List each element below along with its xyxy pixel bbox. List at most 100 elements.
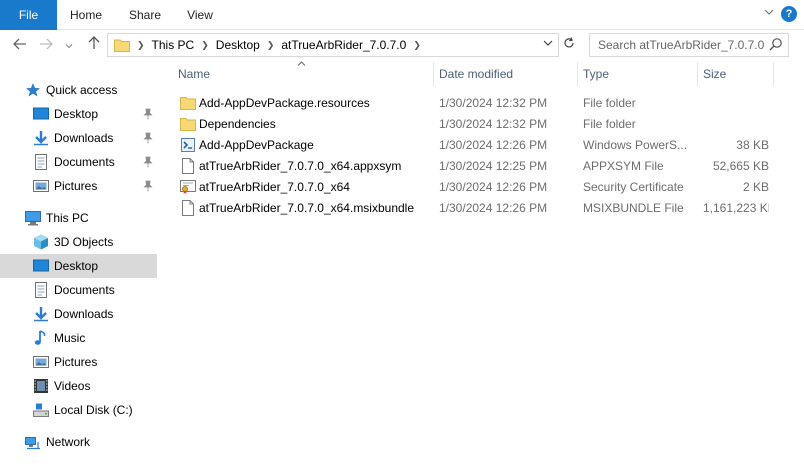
blank-file-icon bbox=[182, 200, 194, 216]
breadcrumb-separator[interactable]: ❯ bbox=[134, 34, 148, 56]
file-row[interactable]: atTrueArbRider_7.0.7.0_x64.msixbundle 1/… bbox=[160, 198, 804, 219]
breadcrumb-this-pc[interactable]: This PC bbox=[148, 34, 199, 56]
refresh-button[interactable] bbox=[560, 33, 578, 57]
chevron-down-icon bbox=[543, 40, 553, 46]
file-size bbox=[703, 93, 769, 114]
sidebar-item-label: Desktop bbox=[54, 259, 99, 273]
file-row[interactable]: Add-AppDevPackage 1/30/2024 12:26 PM Win… bbox=[160, 135, 804, 156]
folder-icon bbox=[180, 118, 196, 131]
navigation-bar: ❯ This PC ❯ Desktop ❯ atTrueArbRider_7.0… bbox=[0, 30, 804, 60]
file-date: 1/30/2024 12:26 PM bbox=[439, 201, 548, 215]
file-row[interactable]: Dependencies 1/30/2024 12:32 PM File fol… bbox=[160, 114, 804, 135]
file-name: Add-AppDevPackage.resources bbox=[199, 96, 370, 110]
breadcrumb-separator[interactable]: ❯ bbox=[410, 34, 424, 56]
column-header-date-modified[interactable]: Date modified bbox=[433, 60, 577, 88]
file-size: 2 KB bbox=[742, 180, 769, 194]
file-type: Windows PowerS... bbox=[583, 138, 688, 152]
arrow-left-icon bbox=[13, 38, 26, 50]
file-name: atTrueArbRider_7.0.7.0_x64.msixbundle bbox=[199, 201, 415, 215]
file-type: File folder bbox=[583, 117, 636, 131]
sidebar-item-label: Local Disk (C:) bbox=[54, 403, 133, 417]
sidebar-item-this-pc[interactable]: This PC bbox=[0, 206, 157, 230]
search-icon bbox=[769, 38, 782, 51]
sidebar-item-local-disk[interactable]: Local Disk (C:) bbox=[0, 398, 157, 422]
back-button[interactable] bbox=[10, 34, 30, 56]
file-name: atTrueArbRider_7.0.7.0_x64.appxsym bbox=[199, 159, 402, 173]
powershell-script-icon bbox=[181, 138, 195, 152]
sidebar-item-quick-desktop[interactable]: Desktop bbox=[0, 102, 157, 126]
file-row[interactable]: atTrueArbRider_7.0.7.0_x64.appxsym 1/30/… bbox=[160, 156, 804, 177]
file-type: File folder bbox=[583, 96, 636, 110]
pin-icon bbox=[143, 132, 153, 144]
file-type: MSIXBUNDLE File bbox=[583, 201, 684, 215]
help-button[interactable]: ? bbox=[781, 6, 797, 22]
sidebar-item-label: Network bbox=[46, 435, 91, 449]
sidebar-item-3d-objects[interactable]: 3D Objects bbox=[0, 230, 157, 254]
sidebar-item-music[interactable]: Music bbox=[0, 326, 157, 350]
recent-locations-button[interactable] bbox=[62, 34, 76, 56]
sidebar-item-pictures[interactable]: Pictures bbox=[0, 350, 157, 374]
breadcrumb-desktop[interactable]: Desktop bbox=[212, 34, 264, 56]
sidebar-item-quick-downloads[interactable]: Downloads bbox=[0, 126, 157, 150]
file-date: 1/30/2024 12:32 PM bbox=[439, 96, 548, 110]
tab-view[interactable]: View bbox=[176, 0, 224, 30]
sidebar-item-label: Downloads bbox=[54, 131, 114, 145]
blank-file-icon bbox=[182, 158, 194, 174]
up-button[interactable] bbox=[84, 34, 104, 56]
videos-icon bbox=[34, 379, 48, 393]
sidebar-item-network[interactable]: Network bbox=[0, 430, 157, 454]
computer-icon bbox=[25, 211, 41, 226]
sidebar-item-label: This PC bbox=[46, 211, 89, 225]
download-icon bbox=[34, 307, 48, 322]
column-header-type[interactable]: Type bbox=[577, 60, 697, 88]
file-type: APPXSYM File bbox=[583, 159, 664, 173]
sidebar-item-downloads[interactable]: Downloads bbox=[0, 302, 157, 326]
file-size: 1,161,223 KB bbox=[703, 201, 769, 215]
sidebar-item-quick-access[interactable]: Quick access bbox=[0, 78, 157, 102]
sidebar-item-label: Downloads bbox=[54, 307, 114, 321]
arrow-right-icon bbox=[40, 38, 53, 50]
file-size bbox=[703, 114, 769, 135]
file-date: 1/30/2024 12:26 PM bbox=[439, 180, 548, 194]
file-size: 38 KB bbox=[736, 138, 769, 152]
file-row[interactable]: atTrueArbRider_7.0.7.0_x64 1/30/2024 12:… bbox=[160, 177, 804, 198]
sidebar-item-desktop[interactable]: Desktop bbox=[0, 254, 157, 278]
expand-ribbon-button[interactable] bbox=[760, 5, 778, 23]
star-icon bbox=[26, 83, 40, 97]
sidebar-item-documents[interactable]: Documents bbox=[0, 278, 157, 302]
chevron-down-icon bbox=[764, 9, 774, 15]
sidebar-item-label: 3D Objects bbox=[54, 235, 114, 249]
sidebar-item-label: Desktop bbox=[54, 107, 99, 121]
column-header-name[interactable]: Name bbox=[172, 60, 434, 88]
download-icon bbox=[34, 131, 48, 146]
breadcrumb-separator[interactable]: ❯ bbox=[264, 34, 278, 56]
tab-share[interactable]: Share bbox=[118, 0, 172, 30]
search-input[interactable]: Search atTrueArbRider_7.0.7.0 bbox=[589, 33, 789, 57]
tab-home[interactable]: Home bbox=[60, 0, 112, 30]
folder-icon bbox=[180, 97, 196, 110]
sidebar-item-label: Music bbox=[54, 331, 86, 345]
desktop-icon bbox=[33, 107, 49, 120]
pin-icon bbox=[143, 108, 153, 120]
sidebar-item-quick-pictures[interactable]: Pictures bbox=[0, 174, 157, 198]
file-date: 1/30/2024 12:26 PM bbox=[439, 138, 548, 152]
breadcrumb-current-folder[interactable]: atTrueArbRider_7.0.7.0 bbox=[277, 34, 410, 56]
sidebar-item-label: Pictures bbox=[54, 355, 98, 369]
address-history-button[interactable] bbox=[540, 34, 556, 56]
file-type: Security Certificate bbox=[583, 180, 684, 194]
sidebar-item-quick-documents[interactable]: Documents bbox=[0, 150, 157, 174]
breadcrumb-separator[interactable]: ❯ bbox=[198, 34, 212, 56]
desktop-icon bbox=[33, 259, 49, 272]
file-date: 1/30/2024 12:25 PM bbox=[439, 159, 548, 173]
file-name: atTrueArbRider_7.0.7.0_x64 bbox=[199, 180, 350, 194]
column-header-size[interactable]: Size bbox=[697, 60, 773, 88]
file-size: 52,665 KB bbox=[712, 159, 769, 173]
file-row[interactable]: Add-AppDevPackage.resources 1/30/2024 12… bbox=[160, 93, 804, 114]
address-bar[interactable]: ❯ This PC ❯ Desktop ❯ atTrueArbRider_7.0… bbox=[107, 33, 559, 57]
forward-button[interactable] bbox=[36, 34, 56, 56]
sidebar-item-videos[interactable]: Videos bbox=[0, 374, 157, 398]
help-icon: ? bbox=[785, 8, 793, 20]
column-divider[interactable] bbox=[773, 62, 774, 86]
tab-file[interactable]: File bbox=[0, 0, 57, 30]
file-list: Name Date modified Type Size Add-AppDevP… bbox=[160, 60, 804, 469]
